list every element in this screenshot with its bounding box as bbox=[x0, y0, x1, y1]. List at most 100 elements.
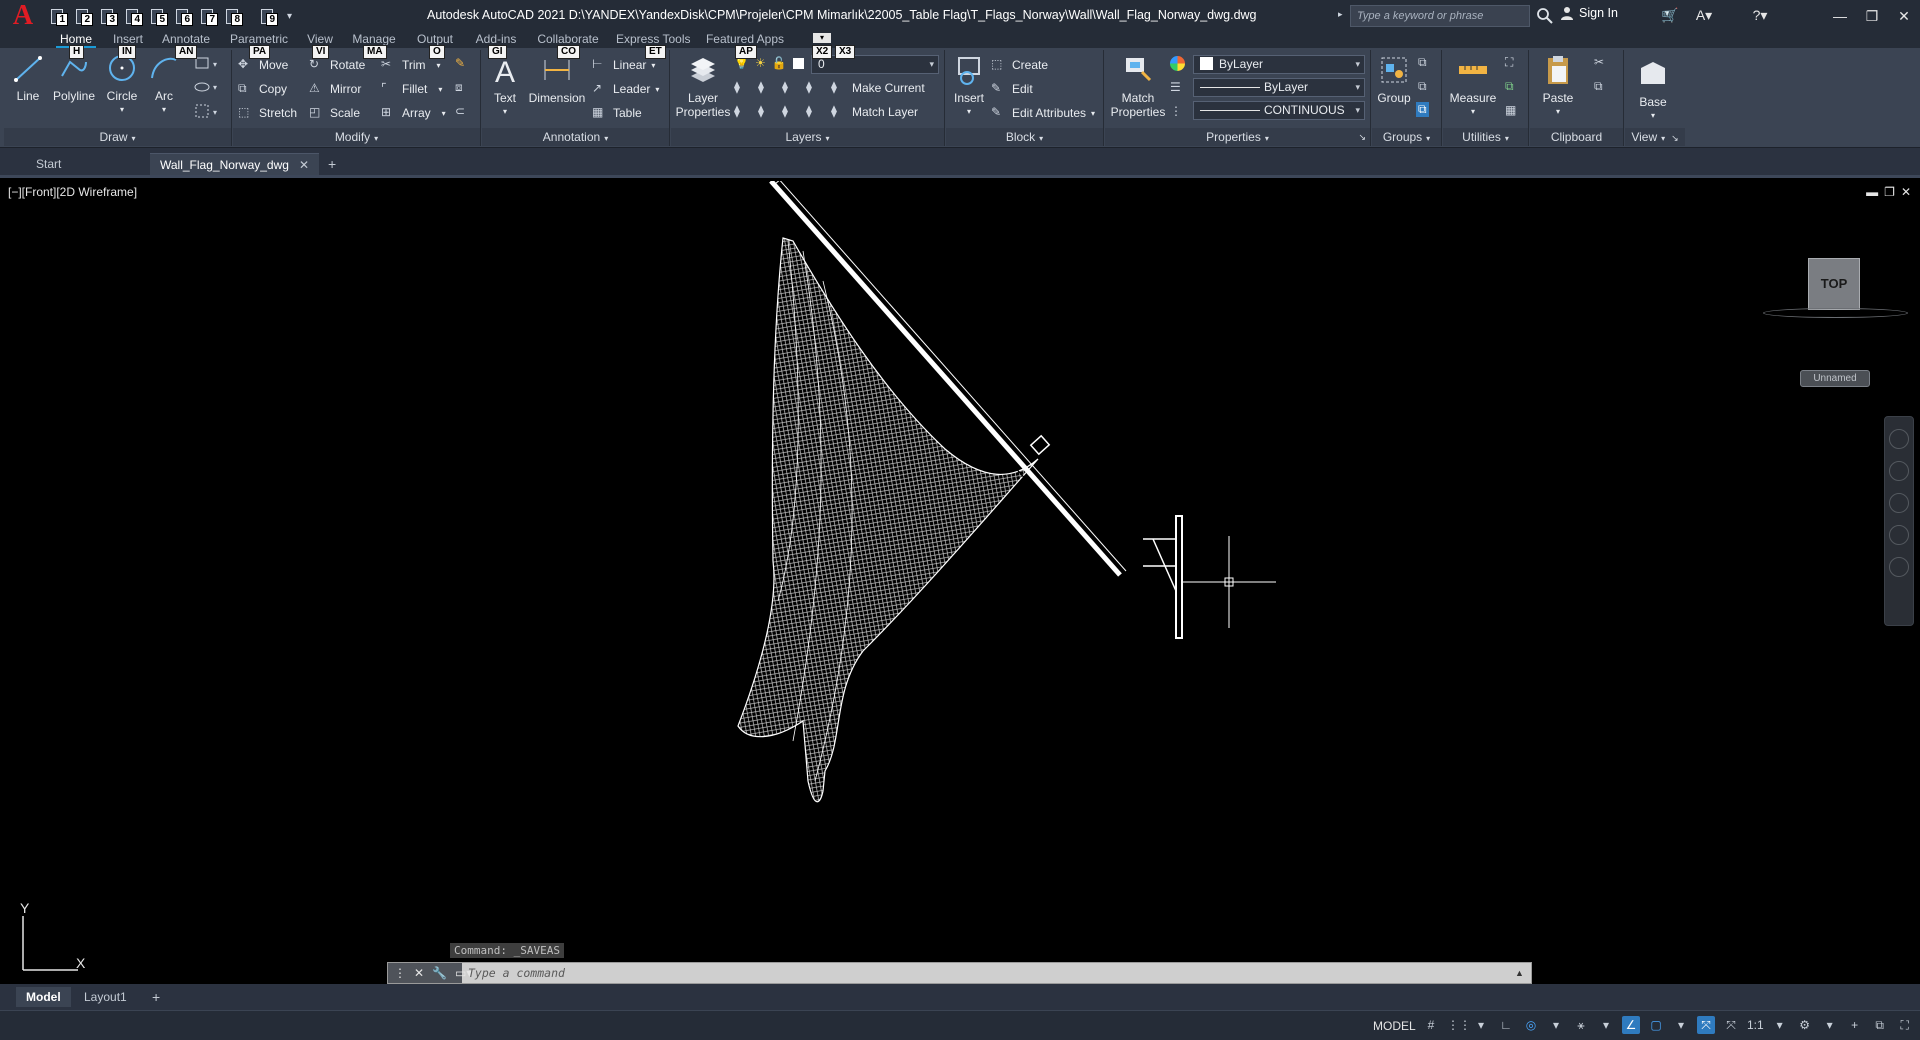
pan-icon[interactable] bbox=[1889, 461, 1909, 481]
quick-select-icon[interactable]: ⛶ bbox=[1505, 55, 1513, 70]
chevron-down-icon[interactable]: ▾ bbox=[442, 109, 446, 118]
chevron-down-icon[interactable]: ▾ bbox=[1447, 105, 1499, 119]
zoom-icon[interactable] bbox=[1889, 493, 1909, 513]
polar-dropdown-icon[interactable]: ▾ bbox=[1547, 1016, 1565, 1034]
viewcube-compass[interactable] bbox=[1763, 308, 1908, 318]
qat-open-button[interactable]: 2 bbox=[71, 6, 93, 26]
create-block-button[interactable]: ⬚ Create bbox=[991, 55, 1048, 75]
ungroup-icon[interactable]: ⧉ bbox=[1418, 55, 1427, 70]
mirror-button[interactable]: ⚠ Mirror bbox=[309, 79, 361, 99]
scale-button[interactable]: ◰ Scale bbox=[309, 103, 360, 123]
drag-handle-icon[interactable]: ⋮ bbox=[394, 966, 406, 980]
isolate-objects-icon[interactable]: ⧉ bbox=[1871, 1016, 1889, 1034]
chevron-down-icon[interactable]: ▾ bbox=[437, 61, 441, 70]
qat-web-button[interactable]: 5 bbox=[146, 6, 168, 26]
close-icon[interactable]: ✕ bbox=[1888, 0, 1920, 32]
tab-layout1[interactable]: Layout1 bbox=[74, 987, 137, 1007]
autodesk-app-store-icon[interactable]: A▾ bbox=[1694, 5, 1714, 25]
modify-panel-title[interactable]: Modify ▾ bbox=[233, 128, 480, 146]
osnap-dropdown-icon[interactable]: ▾ bbox=[1672, 1016, 1690, 1034]
layer-unlock-icon[interactable]: ⧫ bbox=[806, 104, 822, 120]
color-dropdown[interactable]: ByLayer ▾ bbox=[1193, 55, 1365, 74]
isodraft-dropdown-icon[interactable]: ▾ bbox=[1597, 1016, 1615, 1034]
showmotion-icon[interactable] bbox=[1889, 557, 1909, 577]
edit-attributes-button[interactable]: ✎ Edit Attributes ▾ bbox=[991, 103, 1095, 123]
workspace-gear-icon[interactable]: ⚙ bbox=[1796, 1016, 1814, 1034]
object-snap-icon[interactable]: ▢ bbox=[1647, 1016, 1665, 1034]
qat-undo-button[interactable]: 8 bbox=[221, 6, 243, 26]
layer-on-icon[interactable]: ⧫ bbox=[734, 104, 750, 120]
qat-new-button[interactable]: 1 bbox=[46, 6, 68, 26]
polyline-button[interactable]: Polyline bbox=[50, 52, 98, 103]
snap-dropdown-icon[interactable]: ▾ bbox=[1472, 1016, 1490, 1034]
calculator-icon[interactable]: ▦ bbox=[1505, 103, 1516, 117]
measure-button[interactable]: Measure ▾ bbox=[1447, 54, 1499, 119]
chevron-down-icon[interactable]: ▾ bbox=[651, 61, 655, 70]
erase-icon[interactable]: ✎ bbox=[455, 56, 465, 70]
tab-overflow-icon[interactable]: ▾ bbox=[813, 33, 831, 43]
drawing-canvas[interactable]: [−][Front][2D Wireframe] ▬ ❐ ✕ TOP Unnam… bbox=[3, 181, 1917, 981]
close-icon[interactable]: ✕ bbox=[414, 966, 424, 980]
grid-icon[interactable]: # bbox=[1422, 1016, 1440, 1034]
copy-button[interactable]: ⧉ Copy bbox=[238, 79, 287, 99]
offset-icon[interactable]: ⊂ bbox=[455, 104, 465, 118]
tab-drawing[interactable]: Wall_Flag_Norway_dwg ✕ bbox=[150, 153, 320, 175]
cart-icon[interactable]: 🛒 bbox=[1660, 5, 1680, 25]
wcs-menu[interactable]: Unnamed bbox=[1800, 370, 1870, 387]
search-icon[interactable] bbox=[1535, 6, 1555, 26]
command-input[interactable]: Type a command bbox=[462, 966, 1515, 980]
linetype-dropdown[interactable]: CONTINUOUS ▾ bbox=[1193, 101, 1365, 120]
draw-small-tools-icon[interactable]: ▾ ▾ ▾ bbox=[194, 55, 224, 125]
table-button[interactable]: ▦ Table bbox=[592, 103, 642, 123]
leader-button[interactable]: ↗ Leader ▾ bbox=[592, 79, 659, 99]
autocad-logo-icon[interactable]: A bbox=[0, 0, 46, 32]
properties-panel-title[interactable]: Properties ▾ ↘ bbox=[1105, 128, 1370, 146]
qat-save-button[interactable]: 3 bbox=[96, 6, 118, 26]
stretch-button[interactable]: ⬚ Stretch bbox=[238, 103, 297, 123]
qat-redo-button[interactable]: 9 bbox=[256, 6, 278, 26]
sign-in-button[interactable]: Sign In ▾ bbox=[1560, 6, 1669, 20]
chevron-down-icon[interactable]: ▾ bbox=[1631, 109, 1675, 123]
lock-icon[interactable]: 🔓 bbox=[772, 56, 787, 70]
fullscreen-icon[interactable]: ⛶ bbox=[1896, 1016, 1914, 1034]
chevron-down-icon[interactable]: ▾ bbox=[488, 105, 522, 119]
circle-button[interactable]: Circle ▾ bbox=[102, 52, 142, 117]
tab-model[interactable]: Model bbox=[16, 987, 71, 1007]
array-button[interactable]: ⊞ Array ▾ bbox=[381, 103, 446, 123]
chevron-down-icon[interactable]: ▾ bbox=[146, 103, 182, 117]
match-properties-button[interactable]: Match Properties bbox=[1109, 54, 1167, 119]
layer-properties-button[interactable]: Layer Properties bbox=[675, 54, 731, 119]
chevron-down-icon[interactable]: ▾ bbox=[102, 103, 142, 117]
group-button[interactable]: Group bbox=[1374, 54, 1414, 105]
layer-freeze-icon[interactable]: ⧫ bbox=[782, 80, 798, 96]
command-expand-icon[interactable]: ▲ bbox=[1515, 968, 1531, 978]
chevron-down-icon[interactable]: ▾ bbox=[438, 85, 442, 94]
new-tab-button[interactable]: + bbox=[318, 153, 346, 175]
object-snap-tracking-icon[interactable]: ∠ bbox=[1622, 1016, 1640, 1034]
copy-clip-icon[interactable]: ⧉ bbox=[1594, 79, 1603, 94]
qat-saveas-button[interactable]: 4 bbox=[121, 6, 143, 26]
color-wheel-icon[interactable] bbox=[1170, 56, 1185, 71]
workspace-dropdown-icon[interactable]: ▾ bbox=[1821, 1016, 1839, 1034]
isodraft-icon[interactable]: ⚹ bbox=[1572, 1016, 1590, 1034]
paste-button[interactable]: Paste ▾ bbox=[1536, 54, 1580, 119]
dimension-button[interactable]: Dimension bbox=[526, 54, 588, 105]
snap-icon[interactable]: ⋮⋮ bbox=[1447, 1016, 1471, 1034]
chevron-down-icon[interactable]: ▾ bbox=[655, 85, 659, 94]
layer-isolate-icon[interactable]: ⧫ bbox=[758, 80, 774, 96]
auto-scale-icon[interactable]: ⤧ bbox=[1722, 1016, 1740, 1034]
explode-icon[interactable]: ⧈ bbox=[455, 80, 463, 95]
plus-icon[interactable]: + bbox=[1846, 1016, 1864, 1034]
search-expand-icon[interactable]: ▸ bbox=[1338, 9, 1343, 20]
layer-off-icon[interactable]: ⧫ bbox=[734, 80, 750, 96]
layer-thaw-icon[interactable]: ⧫ bbox=[782, 104, 798, 120]
help-icon[interactable]: ?▾ bbox=[1750, 5, 1770, 25]
fillet-button[interactable]: ⌜ Fillet ▾ bbox=[381, 79, 442, 99]
tab-start[interactable]: Start bbox=[26, 153, 71, 175]
annotation-panel-title[interactable]: Annotation ▾ bbox=[482, 128, 669, 146]
cut-icon[interactable]: ✂ bbox=[1594, 55, 1604, 69]
wrench-icon[interactable]: 🔧 bbox=[432, 966, 447, 980]
lineweight-dropdown[interactable]: ByLayer ▾ bbox=[1193, 78, 1365, 97]
minimize-icon[interactable]: — bbox=[1824, 0, 1856, 32]
layer-lock-icon[interactable]: ⧫ bbox=[806, 80, 822, 96]
